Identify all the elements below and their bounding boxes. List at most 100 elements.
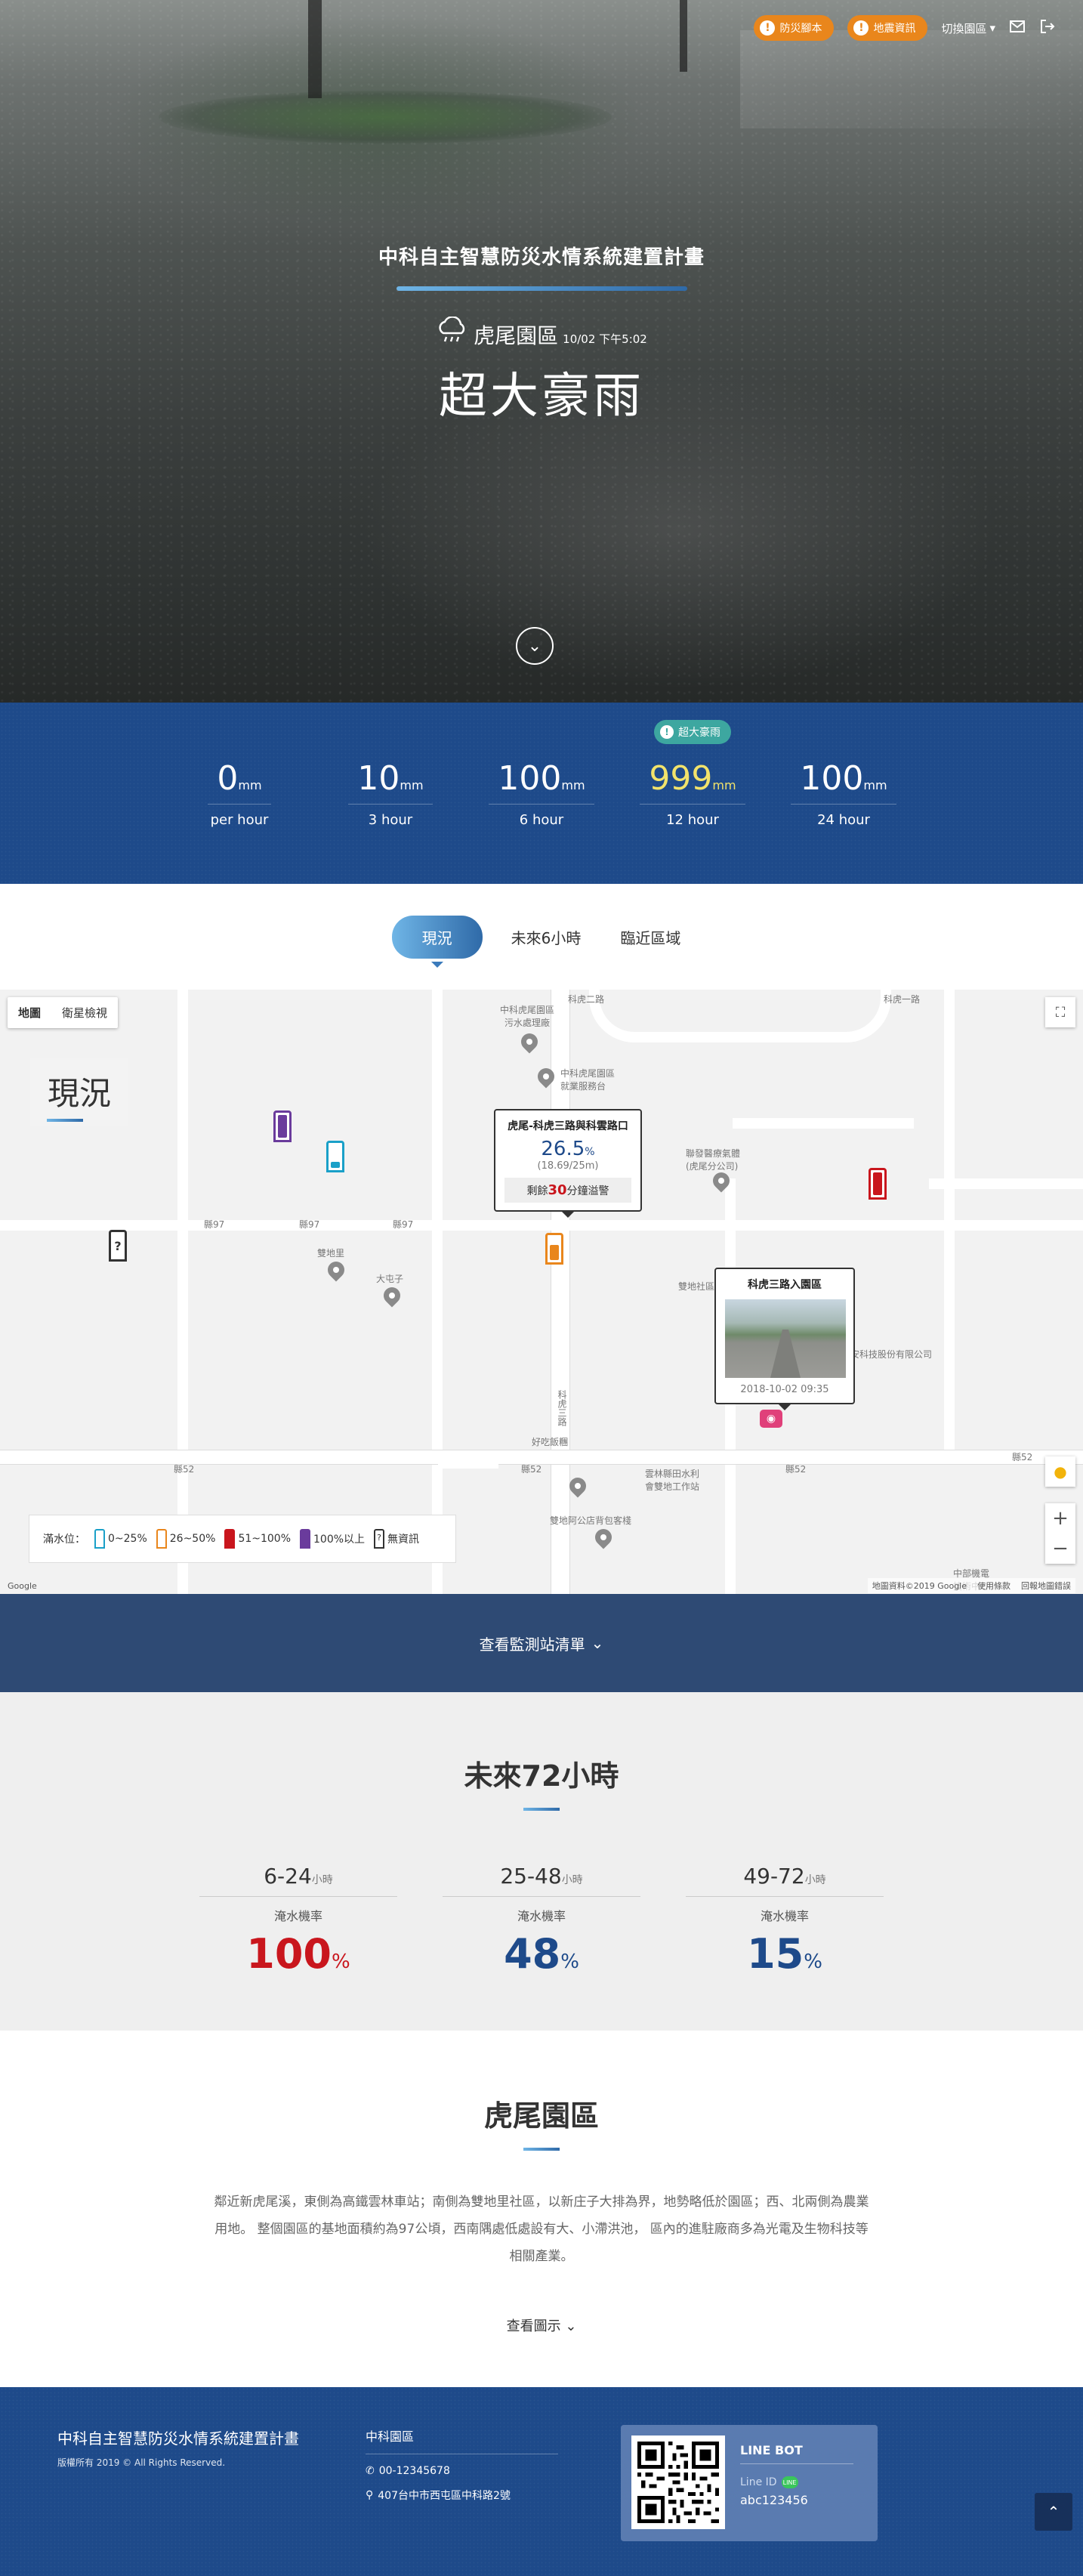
map-type-map-button[interactable]: 地圖 (8, 997, 51, 1028)
rainfall-label: 3 hour (368, 811, 413, 828)
back-to-top-button[interactable]: ⌃ (1035, 2493, 1072, 2531)
heavy-rain-badge: ! 超大豪雨 (654, 719, 731, 744)
footer-title: 中科自主智慧防災水情系統建置計畫 (57, 2429, 299, 2448)
park-info-section: 虎尾園區 鄰近新虎尾溪，東側為高鐵雲林車站；南側為雙地里社區，以新庄子大排為界，… (0, 2031, 1083, 2387)
map-terms-link[interactable]: 使用條款 (977, 1580, 1010, 1592)
map-attribution: 地圖資料©2019 Google (872, 1581, 967, 1591)
hero-location: 虎尾園區 10/02 下午5:02 (0, 316, 1083, 350)
forecast-range: 25-48小時 (443, 1864, 640, 1897)
water-level-sensor[interactable] (545, 1233, 563, 1265)
sensor-popup-level: 26.5% (541, 1138, 595, 1160)
map-road-label: 縣52 (521, 1464, 542, 1475)
switch-park-dropdown[interactable]: 切換園區 ▾ (941, 20, 995, 36)
site-footer: 中科自主智慧防災水情系統建置計畫 版權所有 2019 © All Rights … (0, 2387, 1083, 2576)
map-place-pin[interactable] (380, 1283, 404, 1308)
chevron-down-icon: ⌄ (527, 636, 542, 656)
fullscreen-button[interactable]: ⛶ (1045, 997, 1075, 1027)
section-title: 未來72小時 (464, 1759, 619, 1793)
view-station-list-button[interactable]: 查看監測站清單 ⌄ (0, 1594, 1083, 1692)
sensor-popup[interactable]: 虎尾-科虎三路與科雲路口 26.5% (18.69/25m) 剩餘30分鐘溢警 (494, 1109, 642, 1212)
rainfall-value: 10mm (348, 759, 433, 805)
sensor-popup-warning: 剩餘30分鐘溢警 (504, 1178, 631, 1203)
sensor-red-icon (224, 1529, 236, 1549)
map-road (438, 1458, 498, 1469)
map-place-pin[interactable] (324, 1258, 348, 1282)
footer-org: 中科園區 (366, 2426, 558, 2454)
chevron-up-icon: ⌃ (1047, 2503, 1060, 2521)
water-level-sensor[interactable] (326, 1141, 344, 1172)
footer-phone[interactable]: ✆ 00-12345678 (366, 2465, 558, 2477)
location-pin-icon: ⚲ (366, 2489, 374, 2501)
water-level-sensor[interactable] (869, 1168, 887, 1200)
map-place-pin[interactable] (566, 1474, 590, 1498)
phone-icon: ✆ (366, 2465, 375, 2477)
warning-icon: ! (760, 20, 776, 36)
hero-banner: ! 防災腳本 ! 地震資訊 切換園區 ▾ 中科自主智慧防災水情系統建置計畫 虎尾… (0, 0, 1083, 703)
line-logo-icon: LINE (781, 2476, 798, 2488)
forecast-probability: 48% (504, 1930, 579, 1978)
map-type-toggle: 地圖 衛星檢視 (8, 997, 119, 1028)
line-bot-title: LINE BOT (740, 2435, 853, 2464)
sensor-purple-icon (300, 1529, 311, 1549)
view-diagram-link[interactable]: 查看圖示 ⌄ (0, 2315, 1083, 2335)
footer-copyright: 版權所有 2019 © All Rights Reserved. (57, 2457, 226, 2468)
rainfall-value: 100mm (791, 759, 896, 805)
legend-item: ? 無資訊 (374, 1529, 419, 1549)
map-road-label: 縣97 (204, 1219, 225, 1230)
legend-item: 51~100% (224, 1529, 291, 1549)
map-place-label: 中科虎尾園區 污水處理廠 (500, 1005, 555, 1028)
map-place-pin[interactable] (591, 1525, 616, 1549)
logout-icon[interactable] (1039, 19, 1056, 37)
map-view[interactable]: 科虎二路 科虎一路 科虎三路 縣97 縣97 縣97 縣52 縣52 縣52 縣… (0, 990, 1083, 1594)
footer-address: ⚲ 407台中市西屯區中科路2號 (366, 2489, 511, 2502)
line-bot-info: LINE BOT Line ID LINE abc123456 (740, 2435, 853, 2531)
water-level-sensor[interactable]: ? (109, 1230, 127, 1262)
forecast-range: 6-24小時 (199, 1864, 397, 1897)
map-place-pin[interactable] (517, 1030, 542, 1054)
camera-popup-time: 2018-10-02 09:35 (740, 1384, 829, 1395)
camera-popup[interactable]: 科虎三路入園區 2018-10-02 09:35 (714, 1268, 855, 1404)
map-place-label: 雙地里 (317, 1248, 345, 1259)
map-place-label: 好吃飯糰 (532, 1437, 569, 1447)
chevron-down-icon: ⌄ (565, 2318, 577, 2334)
camera-icon[interactable]: ◉ (760, 1410, 782, 1428)
chevron-down-icon: ⌄ (591, 1634, 604, 1652)
legend-title: 滿水位： (43, 1534, 85, 1546)
map-report-link[interactable]: 回報地圖錯誤 (1021, 1580, 1071, 1592)
view-tabs: 現況 未來6小時 臨近區域 (0, 884, 1083, 990)
drill-script-label: 防災腳本 (779, 23, 822, 35)
unknown-icon: ? (114, 1238, 122, 1253)
map-place-label: 大屯子 (376, 1274, 404, 1284)
tab-next-6-hours[interactable]: 未來6小時 (501, 919, 592, 956)
top-nav: ! 防災腳本 ! 地震資訊 切換園區 ▾ (754, 15, 1056, 41)
camera-snapshot[interactable] (725, 1299, 846, 1378)
line-bot-card: LINE BOT Line ID LINE abc123456 (621, 2425, 878, 2541)
line-id-label: Line ID LINE (740, 2476, 853, 2488)
pegman-icon: ● (1054, 1463, 1067, 1481)
hero-content: 中科自主智慧防災水情系統建置計畫 虎尾園區 10/02 下午5:02 超大豪雨 (0, 242, 1083, 427)
sensor-blue-icon (94, 1529, 105, 1549)
map-road-label: 科虎一路 (884, 994, 921, 1005)
zoom-out-button[interactable]: − (1045, 1534, 1075, 1564)
zoom-in-button[interactable]: + (1045, 1503, 1075, 1534)
forecast-probability: 100% (246, 1930, 350, 1978)
street-view-pegman[interactable]: ● (1045, 1456, 1075, 1487)
earthquake-info-button[interactable]: ! 地震資訊 (847, 15, 928, 41)
map-type-satellite-button[interactable]: 衛星檢視 (51, 997, 118, 1028)
mail-icon[interactable] (1009, 20, 1026, 36)
earthquake-info-label: 地震資訊 (873, 23, 916, 35)
drill-script-button[interactable]: ! 防災腳本 (754, 15, 835, 41)
tab-current[interactable]: 現況 (391, 915, 483, 959)
water-level-sensor[interactable] (273, 1110, 292, 1142)
section-title: 虎尾園區 (483, 2099, 599, 2133)
map-road (432, 990, 443, 1594)
map-place-label: 雙地阿公店背包客棧 (550, 1515, 632, 1526)
rainfall-label: per hour (210, 811, 269, 828)
map-road (929, 1178, 1083, 1189)
rainfall-cell-12h: ! 超大豪雨 999mm 12 hour (617, 719, 768, 828)
legend-item: 26~50% (156, 1529, 215, 1549)
tab-nearby-area[interactable]: 臨近區域 (609, 919, 691, 956)
chevron-down-icon: ▾ (989, 21, 995, 35)
scroll-down-button[interactable]: ⌄ (516, 627, 554, 665)
rain-cloud-icon (436, 316, 469, 350)
